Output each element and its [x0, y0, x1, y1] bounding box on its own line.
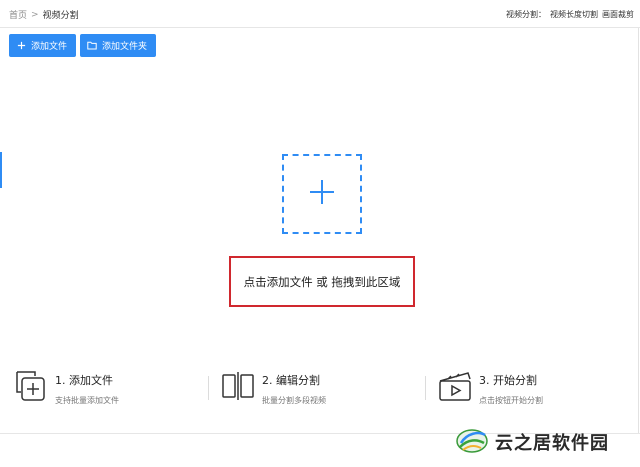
- watermark-logo-icon: [455, 425, 489, 459]
- add-folder-label: 添加文件夹: [102, 42, 148, 52]
- breadcrumb-separator: >: [31, 9, 39, 20]
- step-divider: [425, 376, 426, 400]
- step-1-desc: 支持批量添加文件: [55, 396, 119, 405]
- step-2-title: 2. 编辑分割: [262, 374, 320, 387]
- step-1-title: 1. 添加文件: [55, 374, 113, 387]
- plus-icon: [16, 41, 26, 51]
- drop-hint-text: 点击添加文件 或 拖拽到此区域: [243, 274, 401, 289]
- mode-crop[interactable]: 画面裁剪: [602, 9, 634, 20]
- split-icon: [220, 368, 256, 404]
- breadcrumb-home[interactable]: 首页: [9, 8, 27, 21]
- top-bar: 首页 > 视频分割 视频分割： 视频长度切割 画面裁剪: [0, 0, 640, 28]
- watermark: 云之居软件园: [455, 424, 609, 460]
- plus-icon: [309, 179, 335, 209]
- left-accent-bar: [0, 152, 2, 188]
- breadcrumb-current: 视频分割: [42, 11, 79, 21]
- watermark-text: 云之居软件园: [495, 433, 609, 454]
- step-start-split: 3. 开始分割 点击按钮开始分割: [437, 368, 543, 406]
- split-mode-selector: 视频分割： 视频长度切割 画面裁剪: [506, 9, 634, 20]
- step-3-desc: 点击按钮开始分割: [479, 396, 543, 405]
- folder-icon: [87, 41, 97, 51]
- step-3-title: 3. 开始分割: [479, 374, 537, 387]
- breadcrumb: 首页 > 视频分割: [9, 8, 79, 22]
- step-edit-split: 2. 编辑分割 批量分割多段视频: [220, 368, 326, 406]
- split-mode-label: 视频分割：: [506, 10, 546, 19]
- drop-zone[interactable]: [282, 154, 362, 234]
- add-file-button[interactable]: 添加文件: [9, 34, 76, 57]
- add-files-icon: [13, 368, 49, 404]
- step-divider: [208, 376, 209, 400]
- drop-hint-box[interactable]: 点击添加文件 或 拖拽到此区域: [229, 256, 415, 307]
- steps-guide: 1. 添加文件 支持批量添加文件 2. 编辑分割 批量分割多段视频 3. 开始分…: [0, 360, 640, 420]
- step-2-desc: 批量分割多段视频: [262, 396, 326, 405]
- add-folder-button[interactable]: 添加文件夹: [80, 34, 156, 57]
- add-file-label: 添加文件: [31, 42, 68, 52]
- step-add-file: 1. 添加文件 支持批量添加文件: [13, 368, 119, 406]
- clapper-play-icon: [437, 368, 473, 404]
- mode-length-cut[interactable]: 视频长度切割: [550, 9, 598, 20]
